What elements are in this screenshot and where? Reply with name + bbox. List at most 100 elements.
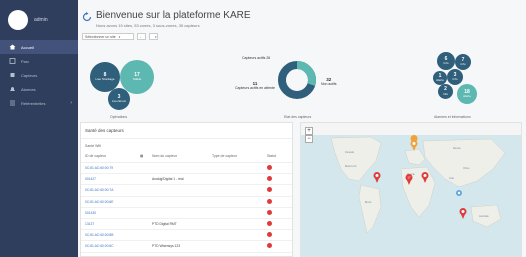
table-header-row: ID de capteur ▦ Nom du capteur Type de c… <box>81 150 292 163</box>
sidebar-item-alarmes[interactable]: Alarmes <box>0 82 78 96</box>
alert-bubble-3[interactable]: 1 Alerte <box>433 71 447 85</box>
sidebar-item-referentielles[interactable]: Référentielles › <box>0 96 78 110</box>
table-row[interactable]: 001427 Analog/Digital 1 - réal <box>81 173 292 186</box>
place-label: Chine <box>463 167 470 170</box>
filters: Sélectionner un site ▾ - ▾ <box>82 33 158 40</box>
place-label: Russie <box>453 147 461 150</box>
status-dot-icon <box>267 221 272 227</box>
panel-subtitle: Santé Wifi <box>85 144 101 148</box>
sensor-type <box>208 196 263 208</box>
chevron-right-icon: › <box>70 100 72 106</box>
header: Bienvenue sur la plateforme KARE Nous av… <box>82 10 251 28</box>
status-dot-icon <box>267 198 272 204</box>
main-content: Bienvenue sur la plateforme KARE Nous av… <box>78 0 526 257</box>
bell-icon <box>9 86 16 92</box>
alert-bubble-4[interactable]: 3 Info <box>447 69 463 85</box>
sensor-type <box>208 184 263 197</box>
sensor-id-link[interactable]: 0C:81:AC:60:00:79 <box>81 162 136 175</box>
list-icon <box>9 100 16 106</box>
third-select[interactable]: ▾ <box>149 33 158 40</box>
table-row[interactable]: 0C:81:AC:60:00:6C PTD Wisensys 123 <box>81 240 292 253</box>
sensor-type <box>208 229 263 242</box>
site-select[interactable]: Sélectionner un site ▾ <box>82 33 134 40</box>
sidebar-item-label: Capteurs <box>21 72 38 78</box>
sidebar-item-label: Référentielles <box>21 100 46 106</box>
table-row[interactable]: 0C:81:AC:60:00:6E <box>81 196 292 208</box>
svg-text:17: 17 <box>407 176 411 180</box>
table-row[interactable]: 0C:81:AC:60:00:79 <box>81 162 292 175</box>
table-row[interactable]: 0C:81:AC:60:00:7A <box>81 184 292 197</box>
chevron-down-icon: ▾ <box>155 34 157 39</box>
refresh-logo-icon <box>82 10 92 22</box>
col-type[interactable]: Type de capteur <box>208 150 263 163</box>
sensor-name <box>148 184 208 197</box>
sensor-id-link[interactable]: 0C:81:AC:60:00:6C <box>81 240 136 253</box>
world-map[interactable]: Canada États-Unis Brésil Russie Chine In… <box>301 123 522 257</box>
sensor-id-link[interactable]: 001430 <box>81 207 136 219</box>
place-label: Australie <box>479 215 489 218</box>
sensor-inactive-label: 32 Non actifs <box>321 77 337 86</box>
sensor-active-label: Capteurs actifs 26 <box>242 56 271 60</box>
table-row[interactable]: 0C:81:AC:60:00:8B <box>81 229 292 242</box>
sensor-id-link[interactable]: 0C:81:AC:60:00:7A <box>81 184 136 197</box>
sensor-type <box>208 218 263 231</box>
grid-icon: ▦ <box>140 154 144 158</box>
sensor-state-label: Etat des capteurs <box>284 115 312 119</box>
sidebar-item-accueil[interactable]: Accueil <box>0 40 78 54</box>
sensor-name <box>148 229 208 242</box>
col-id[interactable]: ID de capteur <box>81 150 136 163</box>
panel-title: Santé des capteurs <box>81 123 292 139</box>
sidebar-item-label: Accueil <box>21 44 34 50</box>
status-dot-icon <box>267 165 272 171</box>
sensor-id-link[interactable]: 0C:81:AC:60:00:6E <box>81 196 136 208</box>
table-row[interactable]: 13137 PTD Digital RMT <box>81 218 292 231</box>
page-subtitle: Nous avons 15 sites, 53 zones, 3 sous-zo… <box>96 23 200 28</box>
sensor-name: PTD Wisensys 123 <box>148 240 208 253</box>
sensor-name <box>148 207 208 219</box>
alert-bubble-2[interactable]: 7 Info <box>455 54 471 70</box>
col-name[interactable]: Nom du capteur <box>148 150 208 163</box>
operations-label: Opérations <box>110 115 128 119</box>
sensor-name <box>148 196 208 208</box>
operations-bubble-envoi[interactable]: 3 Lieu Envoi <box>108 88 130 110</box>
zoom-out-button[interactable]: − <box>305 135 313 143</box>
zoom-in-button[interactable]: + <box>305 127 313 135</box>
map-marker-blue[interactable] <box>456 190 462 196</box>
sensors-table: ID de capteur ▦ Nom du capteur Type de c… <box>81 150 292 253</box>
col-status[interactable]: Statut <box>263 150 292 163</box>
sensor-state-donut[interactable] <box>277 60 317 100</box>
col-filter[interactable]: ▦ <box>136 150 148 163</box>
status-dot-icon <box>267 232 272 238</box>
place-label: Inde <box>449 177 454 180</box>
alerts-label: Alarmes et informations <box>434 115 471 119</box>
sensor-type <box>208 240 263 253</box>
status-dot-icon <box>267 187 272 193</box>
user-name: admin <box>34 17 48 23</box>
sensor-type <box>208 173 263 186</box>
alert-bubble-1[interactable]: 6 Info <box>437 52 455 70</box>
page-title: Bienvenue sur la plateforme KARE <box>96 10 251 21</box>
user-block[interactable]: admin <box>0 0 78 40</box>
sensor-type <box>208 207 263 219</box>
place-label: Canada <box>345 151 354 154</box>
chevron-down-icon: ▾ <box>118 34 121 39</box>
place-label: Brésil <box>365 201 372 204</box>
sensor-name: PTD Digital RMT <box>148 218 208 231</box>
overview-visuals: 8 Lieu Stockage 17 Stable 3 Lieu Envoi Opér… <box>78 40 526 122</box>
sensor-id-link[interactable]: 13137 <box>81 218 136 231</box>
status-dot-icon <box>267 243 272 249</box>
sidebar-item-parc[interactable]: Parc <box>0 54 78 68</box>
sensor-inactive-comm-label: 11 Capteurs actifs en attente <box>235 81 275 90</box>
sensor-map[interactable]: Canada États-Unis Brésil Russie Chine In… <box>300 122 522 257</box>
status-dot-icon <box>267 176 272 182</box>
sensor-id-link[interactable]: 001427 <box>81 173 136 186</box>
alert-bubble-6[interactable]: 18 Alerte <box>457 84 477 104</box>
avatar <box>8 10 28 30</box>
alert-bubble-5[interactable]: 2 Info <box>438 84 453 99</box>
sensor-id-link[interactable]: 0C:81:AC:60:00:8B <box>81 229 136 242</box>
home-icon <box>9 44 16 50</box>
sensor-icon <box>9 72 16 78</box>
second-select[interactable]: - <box>137 33 146 40</box>
table-row[interactable]: 001430 <box>81 207 292 219</box>
sidebar-item-capteurs[interactable]: Capteurs <box>0 68 78 82</box>
